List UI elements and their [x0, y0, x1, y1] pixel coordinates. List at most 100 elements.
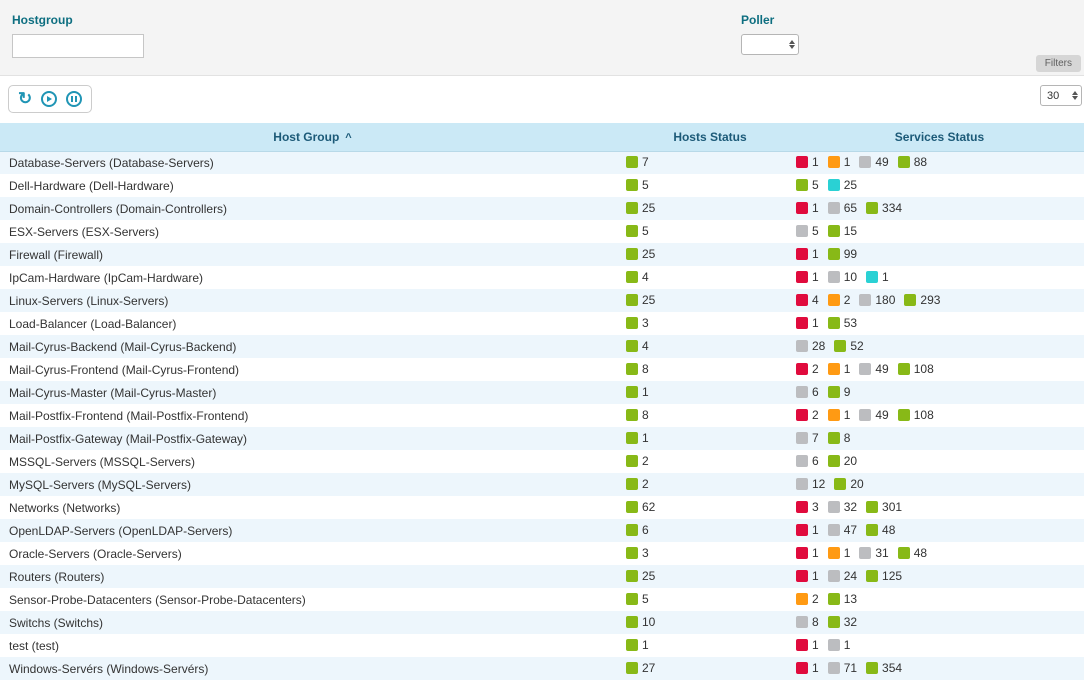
status-badge-red[interactable]: 1: [796, 638, 819, 652]
status-badge-green[interactable]: 4: [626, 270, 649, 284]
status-badge-green[interactable]: 25: [626, 569, 655, 583]
status-badge-red[interactable]: 1: [796, 155, 819, 169]
status-badge-green[interactable]: 48: [866, 523, 895, 537]
status-badge-green[interactable]: 48: [898, 546, 927, 560]
status-badge-green[interactable]: 32: [828, 615, 857, 629]
status-badge-red[interactable]: 1: [796, 201, 819, 215]
status-badge-green[interactable]: 3: [626, 316, 649, 330]
status-badge-green[interactable]: 20: [828, 454, 857, 468]
column-host-group[interactable]: Host Group^: [0, 123, 625, 151]
status-badge-green[interactable]: 4: [626, 339, 649, 353]
hostgroup-name[interactable]: Mail-Cyrus-Frontend (Mail-Cyrus-Frontend…: [0, 358, 625, 381]
hostgroup-name[interactable]: Domain-Controllers (Domain-Controllers): [0, 197, 625, 220]
status-badge-green[interactable]: 52: [834, 339, 863, 353]
status-badge-green[interactable]: 334: [866, 201, 902, 215]
status-badge-green[interactable]: 8: [626, 362, 649, 376]
status-badge-red[interactable]: 1: [796, 270, 819, 284]
hostgroup-name[interactable]: Mail-Cyrus-Master (Mail-Cyrus-Master): [0, 381, 625, 404]
status-badge-red[interactable]: 2: [796, 408, 819, 422]
status-badge-green[interactable]: 3: [626, 546, 649, 560]
hostgroup-name[interactable]: Linux-Servers (Linux-Servers): [0, 289, 625, 312]
status-badge-red[interactable]: 4: [796, 293, 819, 307]
status-badge-gray[interactable]: 8: [796, 615, 819, 629]
hostgroup-name[interactable]: OpenLDAP-Servers (OpenLDAP-Servers): [0, 519, 625, 542]
status-badge-green[interactable]: 15: [828, 224, 857, 238]
status-badge-red[interactable]: 1: [796, 523, 819, 537]
status-badge-red[interactable]: 2: [796, 362, 819, 376]
hostgroup-name[interactable]: Database-Servers (Database-Servers): [0, 151, 625, 174]
hostgroup-name[interactable]: Mail-Postfix-Gateway (Mail-Postfix-Gatew…: [0, 427, 625, 450]
hostgroup-name[interactable]: Routers (Routers): [0, 565, 625, 588]
page-size-select[interactable]: 30: [1040, 85, 1082, 106]
status-badge-green[interactable]: 1: [626, 638, 649, 652]
hostgroup-name[interactable]: MSSQL-Servers (MSSQL-Servers): [0, 450, 625, 473]
status-badge-green[interactable]: 8: [626, 408, 649, 422]
status-badge-green[interactable]: 10: [626, 615, 655, 629]
status-badge-gray[interactable]: 28: [796, 339, 825, 353]
column-services-status[interactable]: Services Status: [795, 123, 1084, 151]
status-badge-gray[interactable]: 5: [796, 224, 819, 238]
status-badge-green[interactable]: 25: [626, 293, 655, 307]
hostgroup-name[interactable]: Mail-Cyrus-Backend (Mail-Cyrus-Backend): [0, 335, 625, 358]
status-badge-green[interactable]: 13: [828, 592, 857, 606]
hostgroup-name[interactable]: IpCam-Hardware (IpCam-Hardware): [0, 266, 625, 289]
status-badge-cyan[interactable]: 25: [828, 178, 857, 192]
status-badge-orange[interactable]: 2: [828, 293, 851, 307]
status-badge-gray[interactable]: 12: [796, 477, 825, 491]
status-badge-green[interactable]: 25: [626, 201, 655, 215]
status-badge-green[interactable]: 99: [828, 247, 857, 261]
status-badge-green[interactable]: 293: [904, 293, 940, 307]
status-badge-orange[interactable]: 1: [828, 362, 851, 376]
hostgroup-name[interactable]: Mail-Postfix-Frontend (Mail-Postfix-Fron…: [0, 404, 625, 427]
hostgroup-name[interactable]: test (test): [0, 634, 625, 657]
status-badge-green[interactable]: 88: [898, 155, 927, 169]
status-badge-orange[interactable]: 2: [796, 592, 819, 606]
hostgroup-name[interactable]: ESX-Servers (ESX-Servers): [0, 220, 625, 243]
filters-button[interactable]: Filters: [1036, 55, 1081, 72]
status-badge-green[interactable]: 5: [626, 592, 649, 606]
status-badge-cyan[interactable]: 1: [866, 270, 889, 284]
status-badge-green[interactable]: 20: [834, 477, 863, 491]
refresh-icon[interactable]: ↻: [18, 91, 32, 107]
status-badge-green[interactable]: 2: [626, 454, 649, 468]
hostgroup-name[interactable]: Windows-Servérs (Windows-Servérs): [0, 657, 625, 680]
status-badge-green[interactable]: 5: [796, 178, 819, 192]
status-badge-green[interactable]: 5: [626, 178, 649, 192]
status-badge-red[interactable]: 1: [796, 661, 819, 675]
status-badge-orange[interactable]: 1: [828, 546, 851, 560]
status-badge-gray[interactable]: 180: [859, 293, 895, 307]
status-badge-gray[interactable]: 47: [828, 523, 857, 537]
status-badge-gray[interactable]: 49: [859, 362, 888, 376]
status-badge-gray[interactable]: 49: [859, 408, 888, 422]
status-badge-gray[interactable]: 49: [859, 155, 888, 169]
hostgroup-name[interactable]: Firewall (Firewall): [0, 243, 625, 266]
status-badge-gray[interactable]: 32: [828, 500, 857, 514]
status-badge-orange[interactable]: 1: [828, 408, 851, 422]
status-badge-orange[interactable]: 1: [828, 155, 851, 169]
status-badge-gray[interactable]: 65: [828, 201, 857, 215]
status-badge-green[interactable]: 1: [626, 431, 649, 445]
status-badge-green[interactable]: 2: [626, 477, 649, 491]
status-badge-green[interactable]: 27: [626, 661, 655, 675]
hostgroup-name[interactable]: MySQL-Servers (MySQL-Servers): [0, 473, 625, 496]
status-badge-gray[interactable]: 1: [828, 638, 851, 652]
status-badge-green[interactable]: 125: [866, 569, 902, 583]
play-icon[interactable]: [41, 91, 57, 107]
status-badge-green[interactable]: 354: [866, 661, 902, 675]
status-badge-gray[interactable]: 7: [796, 431, 819, 445]
poller-select[interactable]: [741, 34, 799, 55]
status-badge-green[interactable]: 9: [828, 385, 851, 399]
hostgroup-input[interactable]: [12, 34, 144, 58]
status-badge-gray[interactable]: 31: [859, 546, 888, 560]
hostgroup-name[interactable]: Sensor-Probe-Datacenters (Sensor-Probe-D…: [0, 588, 625, 611]
status-badge-green[interactable]: 53: [828, 316, 857, 330]
hostgroup-name[interactable]: Oracle-Servers (Oracle-Servers): [0, 542, 625, 565]
hostgroup-name[interactable]: Switchs (Switchs): [0, 611, 625, 634]
status-badge-red[interactable]: 1: [796, 569, 819, 583]
status-badge-gray[interactable]: 24: [828, 569, 857, 583]
status-badge-red[interactable]: 1: [796, 247, 819, 261]
status-badge-gray[interactable]: 6: [796, 454, 819, 468]
status-badge-green[interactable]: 5: [626, 224, 649, 238]
hostgroup-name[interactable]: Load-Balancer (Load-Balancer): [0, 312, 625, 335]
status-badge-green[interactable]: 8: [828, 431, 851, 445]
